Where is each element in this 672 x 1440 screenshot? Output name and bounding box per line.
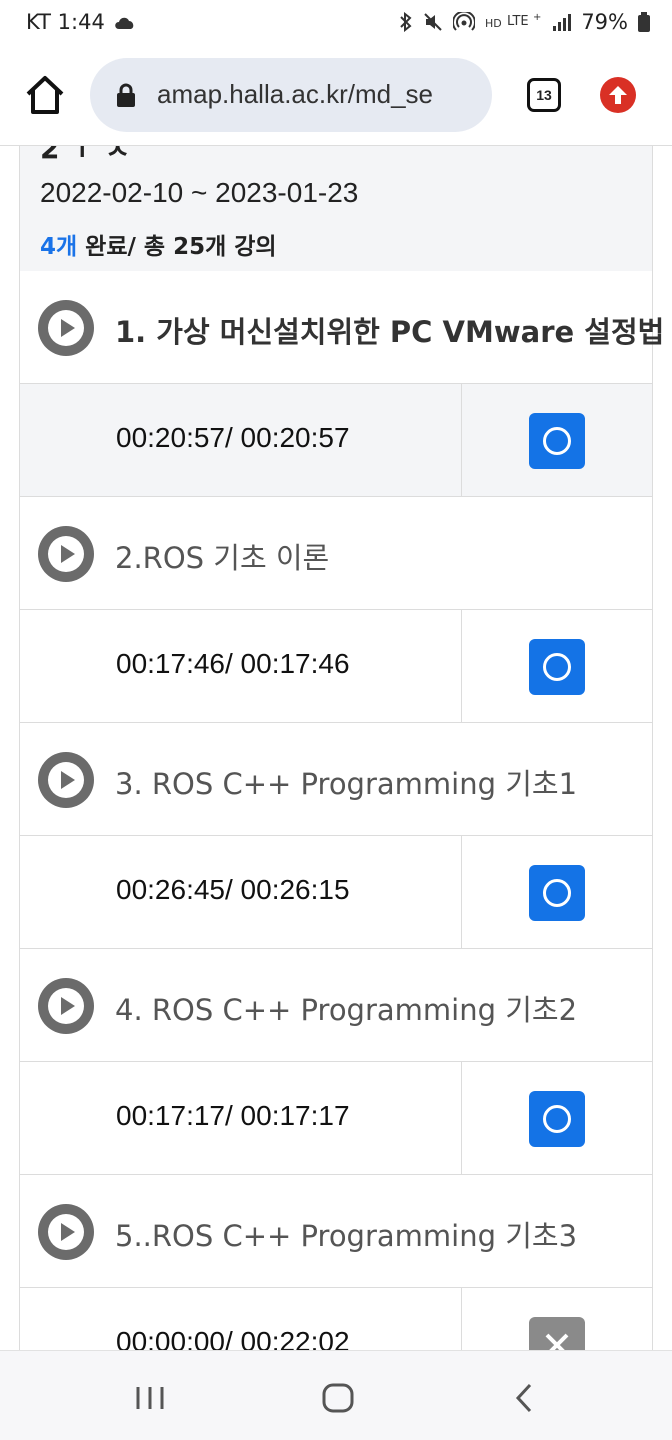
lecture-row[interactable]: 1. 가상 머신설치위한 PC VMware 설정법 <box>19 271 664 384</box>
status-cell <box>462 610 652 722</box>
lecture-time: 00:26:45/ 00:26:15 <box>116 874 350 905</box>
course-title: 2 ㅜ ㅊ <box>40 146 131 165</box>
complete-status-icon <box>529 865 585 921</box>
recent-apps-icon[interactable] <box>130 1381 170 1415</box>
status-cell <box>462 1062 652 1174</box>
course-header: 2 ㅜ ㅊ 2022-02-10 ~ 2023-01-23 4개 완료/ 총 2… <box>19 146 653 272</box>
time-cell: 00:17:17/ 00:17:17 <box>20 1062 462 1174</box>
update-button[interactable] <box>600 77 636 113</box>
lecture-list: 1. 가상 머신설치위한 PC VMware 설정법 00:20:57/ 00:… <box>19 271 664 1350</box>
lecture-time-row: 00:00:00/ 00:22:02 <box>19 1288 653 1350</box>
mute-icon <box>424 13 443 31</box>
signal-icon <box>553 14 572 31</box>
status-right: HD LTE + 79% <box>399 10 650 34</box>
lecture-row[interactable]: 3. ROS C++ Programming 기초1 <box>19 723 653 836</box>
bluetooth-icon <box>400 12 412 32</box>
lock-icon <box>117 83 135 107</box>
lecture-time: 00:17:17/ 00:17:17 <box>116 1100 350 1131</box>
tab-count-button[interactable]: 13 <box>527 78 561 112</box>
progress-total: 완료/ 총 25개 강의 <box>77 234 277 260</box>
completed-count: 4개 <box>40 234 78 260</box>
lecture-time: 00:20:57/ 00:20:57 <box>116 422 350 453</box>
lecture-time: 00:17:46/ 00:17:46 <box>116 648 350 679</box>
home-icon[interactable] <box>22 72 68 118</box>
lecture-title[interactable]: 4. ROS C++ Programming 기초2 <box>115 987 577 1029</box>
time-cell: 00:26:45/ 00:26:15 <box>20 836 462 948</box>
play-icon[interactable] <box>38 300 94 356</box>
lecture-time-row: 00:20:57/ 00:20:57 <box>19 384 653 497</box>
page-content: 2 ㅜ ㅊ 2022-02-10 ~ 2023-01-23 4개 완료/ 총 2… <box>0 146 672 1350</box>
url-text: amap.halla.ac.kr/md_se <box>157 79 434 109</box>
address-bar[interactable]: amap.halla.ac.kr/md_se <box>90 58 492 132</box>
play-icon[interactable] <box>38 1204 94 1260</box>
hotspot-icon <box>453 12 476 31</box>
play-icon[interactable] <box>38 752 94 808</box>
play-icon[interactable] <box>38 978 94 1034</box>
status-cell <box>462 1288 652 1350</box>
home-nav-icon[interactable] <box>318 1381 358 1415</box>
lecture-row[interactable]: 4. ROS C++ Programming 기초2 <box>19 949 653 1062</box>
time-cell: 00:00:00/ 00:22:02 <box>20 1288 462 1350</box>
lecture-time-row: 00:17:17/ 00:17:17 <box>19 1062 653 1175</box>
back-icon[interactable] <box>506 1381 546 1415</box>
time-cell: 00:20:57/ 00:20:57 <box>20 384 462 496</box>
status-bar: KT 1:44 HD LTE + 79% <box>0 0 672 50</box>
cloud-icon <box>115 17 134 29</box>
lte-icon: HD LTE + <box>485 12 541 30</box>
status-left: KT 1:44 <box>26 10 137 34</box>
system-nav-bar <box>0 1350 672 1440</box>
complete-status-icon <box>529 413 585 469</box>
lecture-row[interactable]: 5..ROS C++ Programming 기초3 <box>19 1175 653 1288</box>
lecture-title[interactable]: 1. 가상 머신설치위한 PC VMware 설정법 <box>115 309 664 351</box>
lecture-title[interactable]: 2.ROS 기초 이론 <box>115 535 329 577</box>
course-progress: 4개 완료/ 총 25개 강의 <box>40 227 277 261</box>
carrier-time: KT 1:44 <box>26 10 105 34</box>
incomplete-status-icon <box>529 1317 585 1350</box>
course-dates: 2022-02-10 ~ 2023-01-23 <box>40 177 359 208</box>
status-cell <box>462 836 652 948</box>
lecture-time: 00:00:00/ 00:22:02 <box>116 1326 350 1350</box>
lecture-time-row: 00:17:46/ 00:17:46 <box>19 610 653 723</box>
time-cell: 00:17:46/ 00:17:46 <box>20 610 462 722</box>
lecture-time-row: 00:26:45/ 00:26:15 <box>19 836 653 949</box>
lecture-title[interactable]: 3. ROS C++ Programming 기초1 <box>115 761 577 803</box>
svg-text:LTE: LTE <box>507 14 529 29</box>
battery-icon <box>638 12 650 32</box>
complete-status-icon <box>529 1091 585 1147</box>
play-icon[interactable] <box>38 526 94 582</box>
lecture-title[interactable]: 5..ROS C++ Programming 기초3 <box>115 1213 577 1255</box>
browser-toolbar: amap.halla.ac.kr/md_se 13 <box>0 50 672 146</box>
svg-text:+: + <box>533 12 541 23</box>
status-cell <box>462 384 652 496</box>
lecture-row[interactable]: 2.ROS 기초 이론 <box>19 497 653 610</box>
battery-percent: 79% <box>581 10 628 34</box>
arrow-up-icon <box>609 86 627 104</box>
complete-status-icon <box>529 639 585 695</box>
svg-text:HD: HD <box>485 17 502 30</box>
